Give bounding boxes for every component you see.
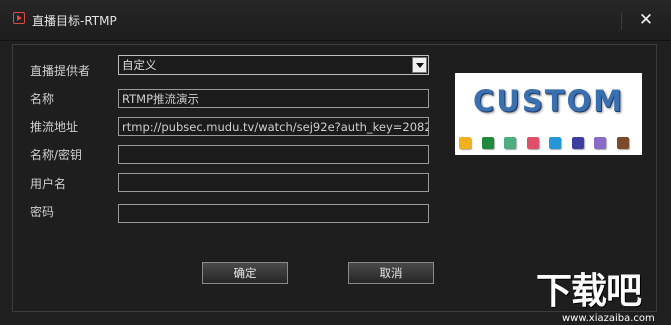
provider-label: 直播提供者 (30, 64, 91, 78)
color-swatch (594, 137, 606, 149)
provider-select[interactable]: 自定义 (118, 55, 429, 75)
custom-logo-text: CUSTOM (472, 84, 624, 118)
app-logo-icon (13, 12, 25, 24)
stream-key-label: 名称/密钥 (30, 148, 83, 162)
color-swatch (459, 137, 471, 149)
stream-key-field[interactable] (118, 145, 429, 164)
color-swatch (481, 137, 494, 149)
color-swatch (526, 137, 539, 149)
title-separator (621, 12, 622, 30)
title-bar: 直播目标-RTMP ✕ (0, 0, 671, 41)
color-swatch (571, 137, 584, 149)
ok-button[interactable]: 确定 (202, 262, 288, 284)
close-icon[interactable]: ✕ (633, 8, 659, 32)
username-field[interactable] (118, 173, 429, 192)
stream-url-label: 推流地址 (30, 120, 79, 134)
watermark-url: www.xiazaiba.com (562, 313, 655, 324)
stream-url-field[interactable]: rtmp://pubsec.mudu.tv/watch/sej92e?auth_… (118, 117, 429, 136)
color-swatch (504, 137, 516, 149)
password-field[interactable] (118, 204, 429, 223)
provider-select-value: 自定义 (122, 58, 157, 72)
name-field[interactable]: RTMP推流演示 (118, 89, 429, 108)
chevron-down-icon[interactable] (412, 57, 427, 73)
color-swatch (549, 137, 561, 149)
cancel-button[interactable]: 取消 (348, 262, 434, 284)
window-title: 直播目标-RTMP (32, 14, 117, 28)
username-label: 用户名 (30, 177, 67, 191)
watermark-logo: 下载吧 (536, 271, 642, 312)
color-swatch (616, 137, 629, 149)
name-label: 名称 (30, 92, 55, 106)
provider-logo-preview: CUSTOM (455, 73, 642, 155)
password-label: 密码 (30, 205, 55, 219)
site-watermark: 下载吧 www.xiazaiba.com (532, 262, 671, 325)
